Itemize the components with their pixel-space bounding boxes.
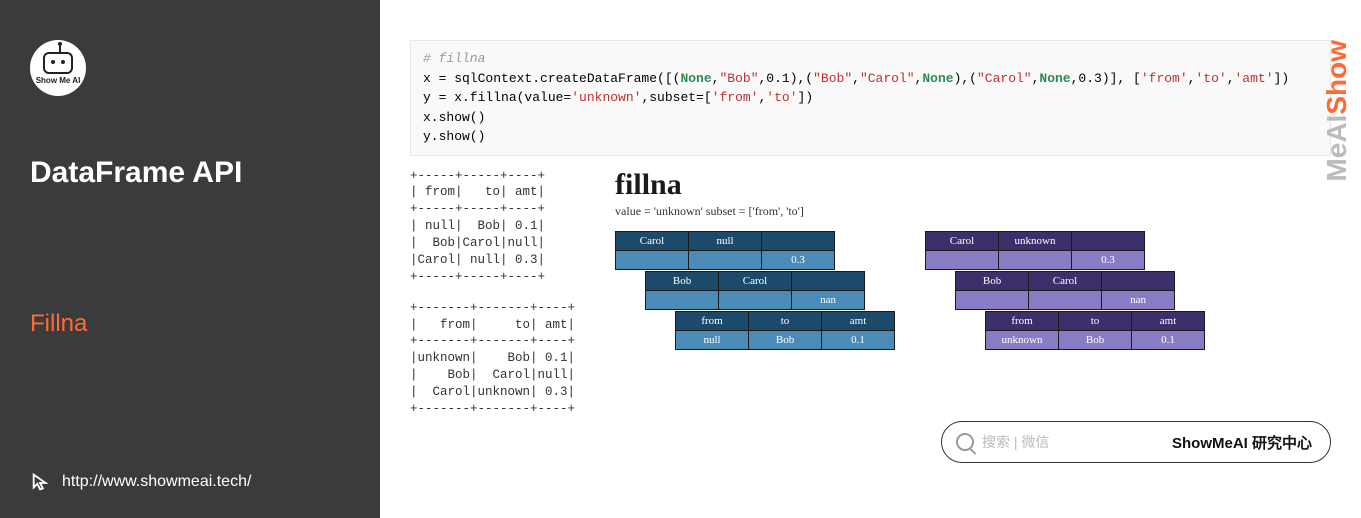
layer-header-cell: Carol: [719, 272, 792, 291]
layer-header-cell: amt: [822, 312, 894, 331]
layer-body-cell: [999, 251, 1072, 269]
ascii-column: +-----+-----+----+ | from| to| amt| +---…: [410, 168, 575, 418]
diagram: fillna value = 'unknown' subset = ['from…: [615, 168, 1331, 391]
layer-body-cell: 0.3: [762, 251, 834, 269]
search-bar[interactable]: 搜索 | 微信 ShowMeAI 研究中心: [941, 421, 1331, 463]
layer-header-cell: from: [676, 312, 749, 331]
layer-body-cell: nan: [1102, 291, 1174, 309]
url-text: http://www.showmeai.tech/: [62, 473, 251, 491]
layer-header-cell: from: [986, 312, 1059, 331]
ascii-table-x: +-----+-----+----+ | from| to| amt| +---…: [410, 168, 575, 286]
output-area: +-----+-----+----+ | from| to| amt| +---…: [410, 168, 1331, 418]
diagram-title: fillna: [615, 168, 1331, 202]
layer-header-cell: Bob: [956, 272, 1029, 291]
layer-body-cell: null: [676, 331, 749, 349]
layer-header-cell: to: [1059, 312, 1132, 331]
code-comment: # fillna: [423, 51, 485, 66]
sidebar: Show Me AI DataFrame API Fillna http://w…: [0, 0, 380, 518]
layer-header-cell: [792, 272, 864, 291]
page-subtitle: Fillna: [30, 310, 350, 338]
layer-header-cell: Carol: [926, 232, 999, 251]
logo-badge: Show Me AI: [30, 40, 86, 96]
logo-text: Show Me AI: [36, 76, 81, 85]
layer-header-cell: amt: [1132, 312, 1204, 331]
layer-body-cell: [719, 291, 792, 309]
layer-body-cell: [689, 251, 762, 269]
search-placeholder: 搜索 | 微信: [982, 432, 1049, 452]
layer-body-cell: 0.1: [1132, 331, 1204, 349]
layer-header-cell: null: [689, 232, 762, 251]
layer-body-cell: unknown: [986, 331, 1059, 349]
layer-header-cell: [1072, 232, 1144, 251]
robot-face-icon: [43, 52, 73, 74]
page-title: DataFrame API: [30, 156, 350, 190]
stacks: Carolnull0.3BobCarolnanfromtoamtnullBob0…: [615, 231, 1331, 391]
layer-body-cell: [926, 251, 999, 269]
search-brand-text: ShowMeAI 研究中心: [1172, 432, 1312, 453]
layer-header-cell: [762, 232, 834, 251]
layer-body-cell: Bob: [749, 331, 822, 349]
diagram-subtitle: value = 'unknown' subset = ['from', 'to'…: [615, 204, 1331, 219]
cursor-icon: [30, 471, 52, 493]
layer-header-cell: Bob: [646, 272, 719, 291]
main-content: # fillna x = sqlContext.createDataFrame(…: [380, 0, 1361, 518]
layer-body-cell: [1029, 291, 1102, 309]
layer-body-cell: [956, 291, 1029, 309]
layer-body-cell: nan: [792, 291, 864, 309]
layer-header-cell: to: [749, 312, 822, 331]
search-icon: [956, 433, 974, 451]
vertical-logo: MeAIShow: [1321, 40, 1353, 182]
layer-body-cell: [616, 251, 689, 269]
layer-body-cell: Bob: [1059, 331, 1132, 349]
ascii-table-y: +-------+-------+----+ | from| to| amt| …: [410, 300, 575, 418]
layer-body-cell: [646, 291, 719, 309]
layer-header-cell: [1102, 272, 1174, 291]
layer-header-cell: unknown: [999, 232, 1072, 251]
layer-body-cell: 0.3: [1072, 251, 1144, 269]
layer-header-cell: Carol: [616, 232, 689, 251]
url-row: http://www.showmeai.tech/: [30, 471, 251, 493]
code-block: # fillna x = sqlContext.createDataFrame(…: [410, 40, 1331, 156]
layer-body-cell: 0.1: [822, 331, 894, 349]
slide: Show Me AI DataFrame API Fillna http://w…: [0, 0, 1361, 518]
layer-header-cell: Carol: [1029, 272, 1102, 291]
